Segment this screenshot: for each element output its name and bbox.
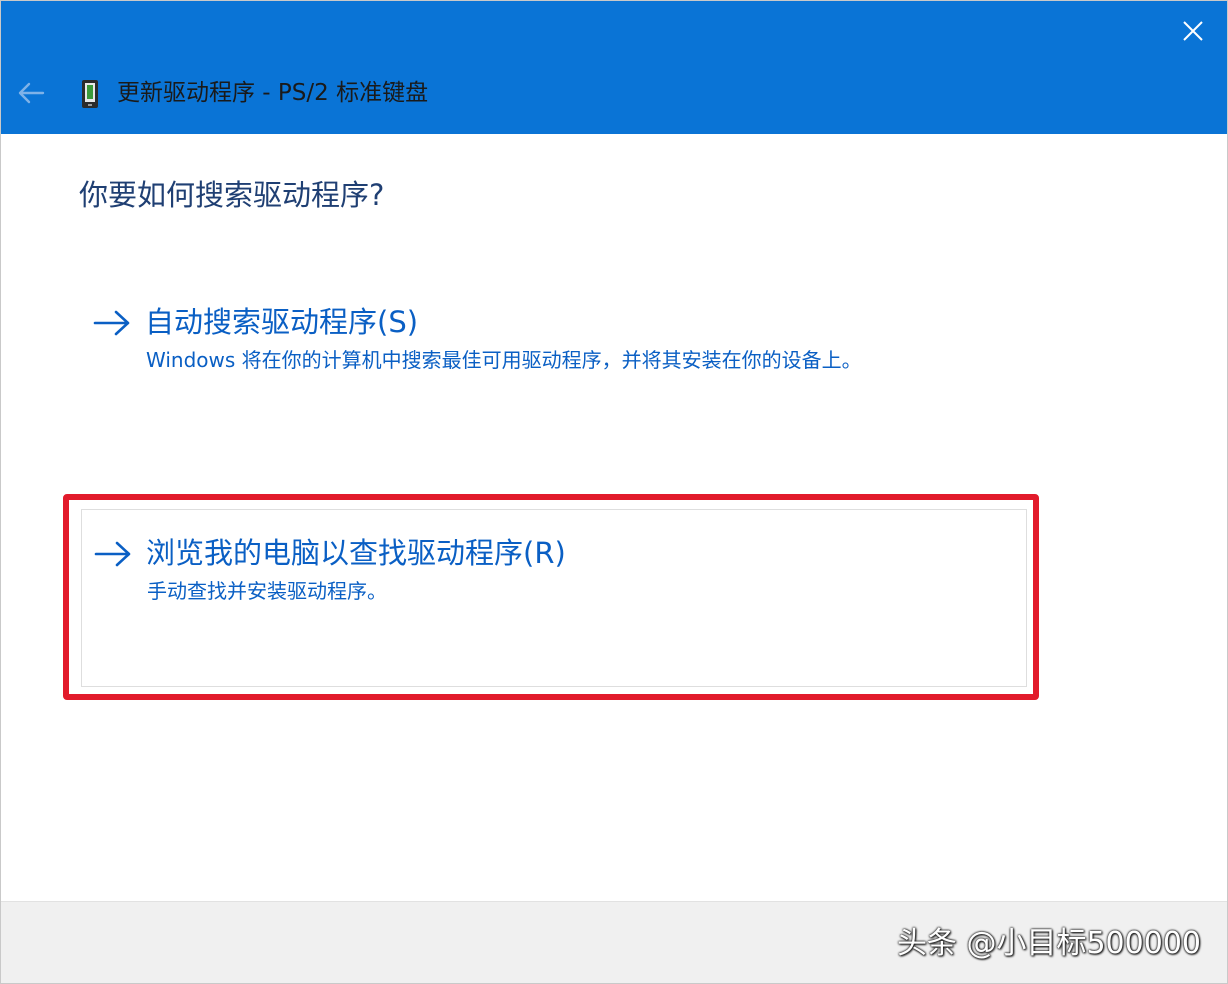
close-button[interactable] <box>1173 11 1213 51</box>
dialog-footer: 头条 @小目标500000 <box>1 901 1227 983</box>
page-heading: 你要如何搜索驱动程序? <box>79 178 385 212</box>
watermark: 头条 @小目标500000 <box>896 926 1201 961</box>
close-icon <box>1183 21 1203 41</box>
title-bar: 更新驱动程序 - PS/2 标准键盘 <box>1 1 1227 134</box>
arrow-right-icon <box>93 310 130 336</box>
update-driver-dialog: 更新驱动程序 - PS/2 标准键盘 你要如何搜索驱动程序? 自动搜索驱动程序(… <box>0 0 1228 984</box>
keyboard-device-icon <box>82 80 98 108</box>
arrow-right-icon <box>94 541 131 567</box>
browse-computer-description: 手动查找并安装驱动程序。 <box>147 579 387 603</box>
window-title: 更新驱动程序 - PS/2 标准键盘 <box>117 80 429 106</box>
browse-computer-option[interactable]: 浏览我的电脑以查找驱动程序(R) 手动查找并安装驱动程序。 <box>81 509 1027 687</box>
auto-search-option[interactable]: 自动搜索驱动程序(S) Windows 将在你的计算机中搜索最佳可用驱动程序，并… <box>81 297 1027 393</box>
back-arrow-icon <box>18 82 45 104</box>
browse-computer-title: 浏览我的电脑以查找驱动程序(R) <box>146 536 566 570</box>
auto-search-title: 自动搜索驱动程序(S) <box>145 305 419 339</box>
back-button[interactable] <box>13 75 49 111</box>
auto-search-description: Windows 将在你的计算机中搜索最佳可用驱动程序，并将其安装在你的设备上。 <box>146 348 862 372</box>
